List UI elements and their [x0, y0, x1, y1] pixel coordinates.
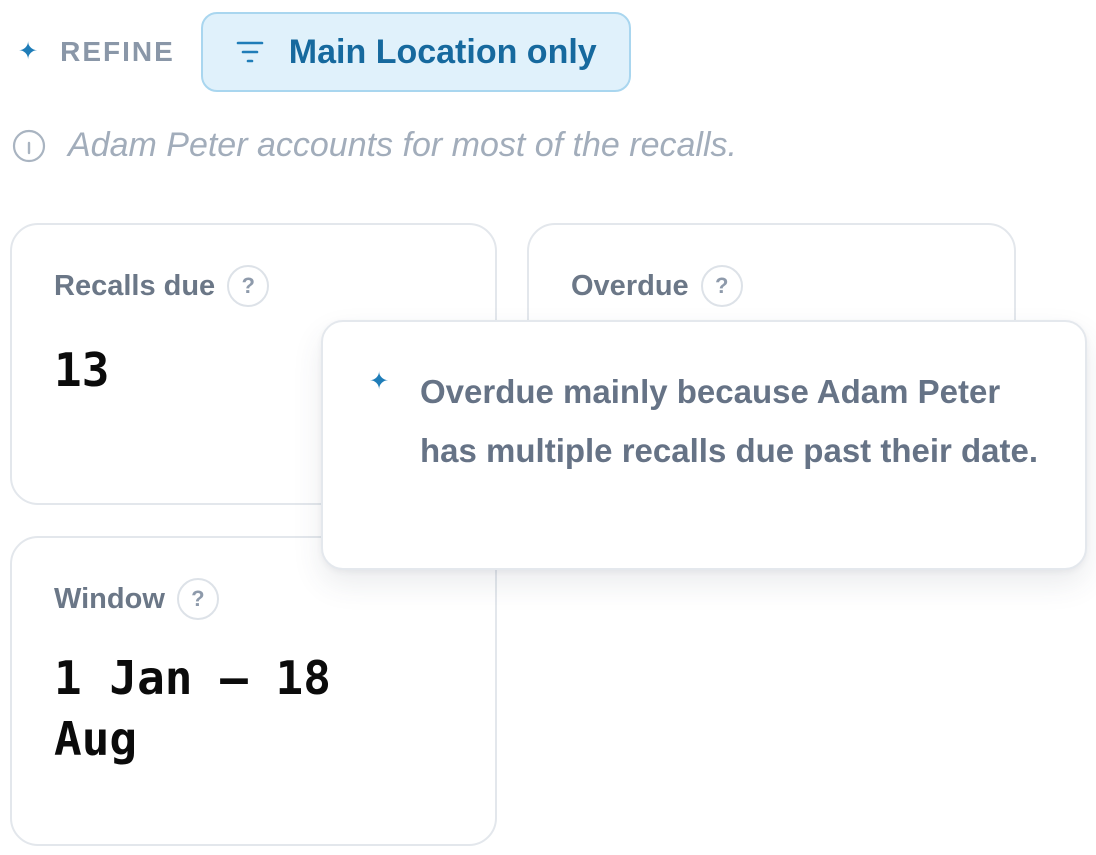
recalls-due-value: 13	[54, 343, 110, 397]
insight-text: Adam Peter accounts for most of the reca…	[68, 126, 737, 164]
main-location-filter-chip[interactable]: Main Location only	[200, 12, 631, 92]
chip-label: Main Location only	[288, 32, 597, 71]
refine-label: REFINE	[60, 36, 175, 67]
insight-row: Adam Peter accounts for most of the reca…	[12, 126, 737, 165]
card-header: Window ?	[54, 578, 219, 620]
card-title: Overdue	[571, 269, 689, 302]
filter-icon	[236, 41, 264, 63]
popover-text: Overdue mainly because Adam Peter has mu…	[420, 373, 1039, 469]
card-title: Window	[54, 582, 165, 615]
help-icon[interactable]: ?	[176, 578, 219, 620]
overdue-explanation-popover: ✦ Overdue mainly because Adam Peter has …	[321, 320, 1087, 570]
window-card: Window ? 1 Jan – 18 Aug	[10, 536, 497, 846]
help-icon[interactable]: ?	[700, 265, 743, 307]
card-title: Recalls due	[54, 269, 216, 302]
refine-bar: ✦ REFINE Main Location only	[18, 12, 631, 92]
info-icon	[12, 129, 46, 162]
sparkle-icon: ✦	[18, 38, 39, 65]
card-header: Overdue ?	[571, 265, 743, 307]
card-header: Recalls due ?	[54, 265, 270, 307]
page: ✦ REFINE Main Location only Adam Peter a…	[0, 0, 1096, 855]
window-value: 1 Jan – 18 Aug	[54, 651, 331, 766]
help-icon[interactable]: ?	[227, 265, 270, 307]
sparkle-icon: ✦	[369, 368, 390, 395]
